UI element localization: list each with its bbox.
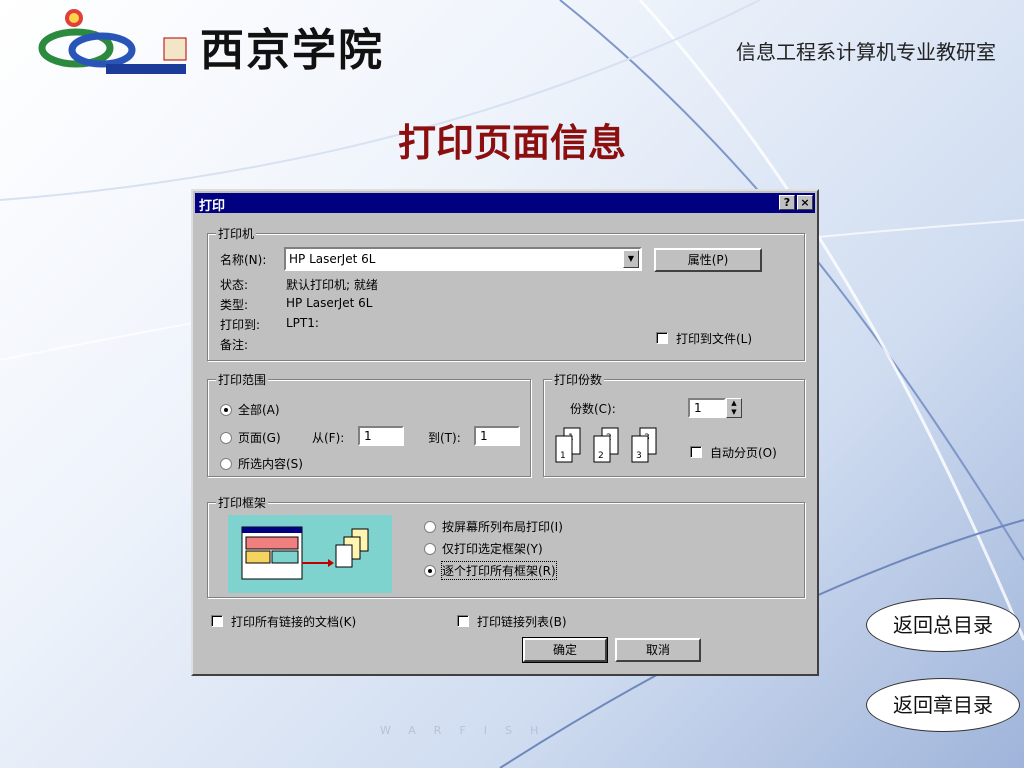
comment-label: 备注: [220,338,249,352]
frames-all-label[interactable]: 逐个打印所有框架(R) [441,561,557,580]
print-to-file-label[interactable]: 打印到文件(L) [676,330,752,347]
print-frames-title: 打印框架 [216,494,269,511]
range-selection-label[interactable]: 所选内容(S) [238,455,303,472]
frames-all-radio[interactable] [424,565,436,577]
printer-group: 打印机 名称(N): HP LaserJet 6L ▼ 属性(P) 状态: 默认… [207,225,805,361]
range-all-radio[interactable] [220,404,232,416]
ok-button[interactable]: 确定 [522,637,608,663]
copies-group-title: 打印份数 [552,371,605,388]
printer-name-label: 名称(N): [220,253,267,267]
collate-checkbox[interactable] [690,446,702,458]
type-value: HP LaserJet 6L [286,296,373,310]
back-to-chapter-menu-button[interactable]: 返回章目录 [866,678,1020,732]
cancel-button[interactable]: 取消 [615,638,701,662]
svg-text:2: 2 [598,451,604,461]
watermark: WARFISH [380,724,557,737]
frames-preview-icon [228,515,392,593]
range-from-input[interactable]: 1 [358,426,404,446]
range-from-label: 从(F): [312,431,345,445]
department-name: 信息工程系计算机专业教研室 [736,40,996,64]
svg-text:1: 1 [560,451,566,461]
print-frames-group: 打印框架 按屏幕所列布局打印(I) 仅打印选定框架(Y) 逐个打印所有框架(R) [207,494,805,598]
dialog-title: 打印 [199,199,226,214]
print-link-table-label[interactable]: 打印链接列表(B) [477,613,567,630]
properties-button[interactable]: 属性(P) [654,248,762,272]
status-value: 默认打印机; 就绪 [286,278,378,292]
where-value: LPT1: [286,316,319,330]
slide-title: 打印页面信息 [397,120,626,165]
print-range-title: 打印范围 [216,371,269,388]
collate-pages-icon: 1 1 2 2 3 3 [555,427,657,463]
school-name: 西京学院 [200,25,384,76]
printer-group-title: 打印机 [216,225,257,242]
frames-as-laid-out-label[interactable]: 按屏幕所列布局打印(I) [442,518,563,535]
frames-selected-radio[interactable] [424,543,436,555]
copies-input[interactable]: 1 [688,398,726,418]
print-to-file-checkbox[interactable] [656,332,668,344]
range-to-input[interactable]: 1 [474,426,520,446]
print-linked-docs-label[interactable]: 打印所有链接的文档(K) [231,613,356,630]
frames-selected-label[interactable]: 仅打印选定框架(Y) [442,540,543,557]
status-label: 状态: [220,278,249,292]
type-label: 类型: [220,298,249,312]
collate-label[interactable]: 自动分页(O) [710,444,777,461]
range-selection-radio[interactable] [220,458,232,470]
range-pages-radio[interactable] [220,432,232,444]
printer-name-value: HP LaserJet 6L [289,252,376,266]
print-dialog: 打印 ? × 打印机 名称(N): HP LaserJet 6L ▼ 属性(P)… [191,189,819,676]
print-link-table-checkbox[interactable] [457,615,469,627]
dialog-titlebar[interactable]: 打印 ? × [195,193,815,214]
chevron-down-icon[interactable]: ▼ [623,250,639,268]
range-all-label[interactable]: 全部(A) [238,401,280,418]
help-button[interactable]: ? [779,195,795,210]
copies-group: 打印份数 份数(C): 1 ▲▼ 1 1 2 2 3 3 自动分页(O) [543,371,805,477]
range-pages-label[interactable]: 页面(G) [238,429,281,446]
copies-label: 份数(C): [570,402,616,416]
print-range-group: 打印范围 全部(A) 页面(G) 从(F): 1 到(T): 1 所选内容(S) [207,371,531,477]
svg-text:3: 3 [636,451,642,461]
where-label: 打印到: [220,318,261,332]
frames-as-laid-out-radio[interactable] [424,521,436,533]
print-linked-docs-checkbox[interactable] [211,615,223,627]
printer-name-select[interactable]: HP LaserJet 6L ▼ [284,247,642,271]
back-to-main-menu-button[interactable]: 返回总目录 [866,598,1020,652]
copies-spinner[interactable]: ▲ ▼ [726,398,742,418]
close-button[interactable]: × [797,195,813,210]
school-logo [36,4,196,80]
range-to-label: 到(T): [428,431,461,445]
